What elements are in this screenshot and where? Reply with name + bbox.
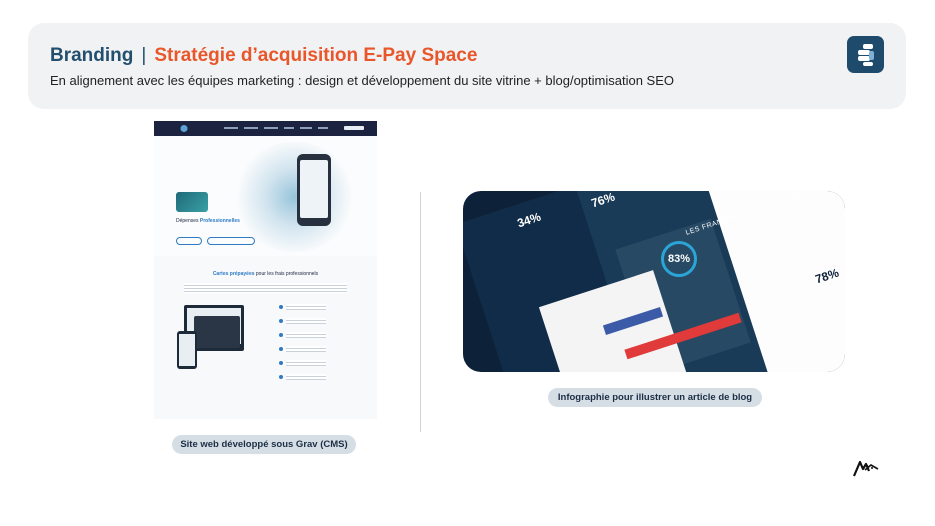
title-separator: | — [141, 45, 147, 66]
list-item — [279, 304, 359, 318]
hero-button-primary[interactable] — [176, 237, 202, 245]
hero-burst-graphic — [232, 142, 357, 252]
infographic-caption: Infographie pour illustrer un article de… — [548, 388, 762, 407]
title-topic: Stratégie d’acquisition E-Pay Space — [154, 45, 478, 66]
section-paragraph — [184, 283, 347, 293]
prepaid-card-image — [176, 192, 208, 212]
list-item — [279, 346, 359, 360]
signature-mark-icon — [851, 457, 881, 479]
website-caption: Site web développé sous Grav (CMS) — [172, 435, 356, 454]
laptop-mockup-image — [194, 316, 240, 348]
hero-button-secondary[interactable] — [207, 237, 255, 245]
list-item — [279, 318, 359, 332]
tablet-mockup-image — [177, 331, 197, 369]
header-card: Branding | Stratégie d’acquisition E-Pay S… — [28, 23, 906, 109]
site-navbar — [154, 121, 377, 136]
vertical-divider — [420, 192, 421, 432]
hero-phone-image — [297, 154, 331, 226]
website-screenshot: Dépenses Professionnelles Cartes prépayé… — [154, 121, 377, 419]
list-item — [279, 332, 359, 346]
site-hero: Dépenses Professionnelles — [154, 136, 377, 256]
list-item — [279, 374, 359, 388]
hero-title: Dépenses Professionnelles — [176, 218, 240, 224]
epay-logo-icon — [847, 36, 884, 73]
page-title: Branding | Stratégie d’acquisition E-Pay S… — [50, 45, 477, 67]
infographic-image: 34% 76% 83% 78% LES FRANÇAIS ET LES FINT… — [463, 191, 845, 372]
section-title: Cartes prépayées pour les frais professi… — [212, 271, 319, 277]
list-item — [279, 360, 359, 374]
title-brand: Branding — [50, 45, 134, 66]
stat-circle: 83% — [661, 241, 697, 277]
feature-list — [279, 304, 359, 388]
page-subtitle: En alignement avec les équipes marketing… — [50, 73, 674, 88]
